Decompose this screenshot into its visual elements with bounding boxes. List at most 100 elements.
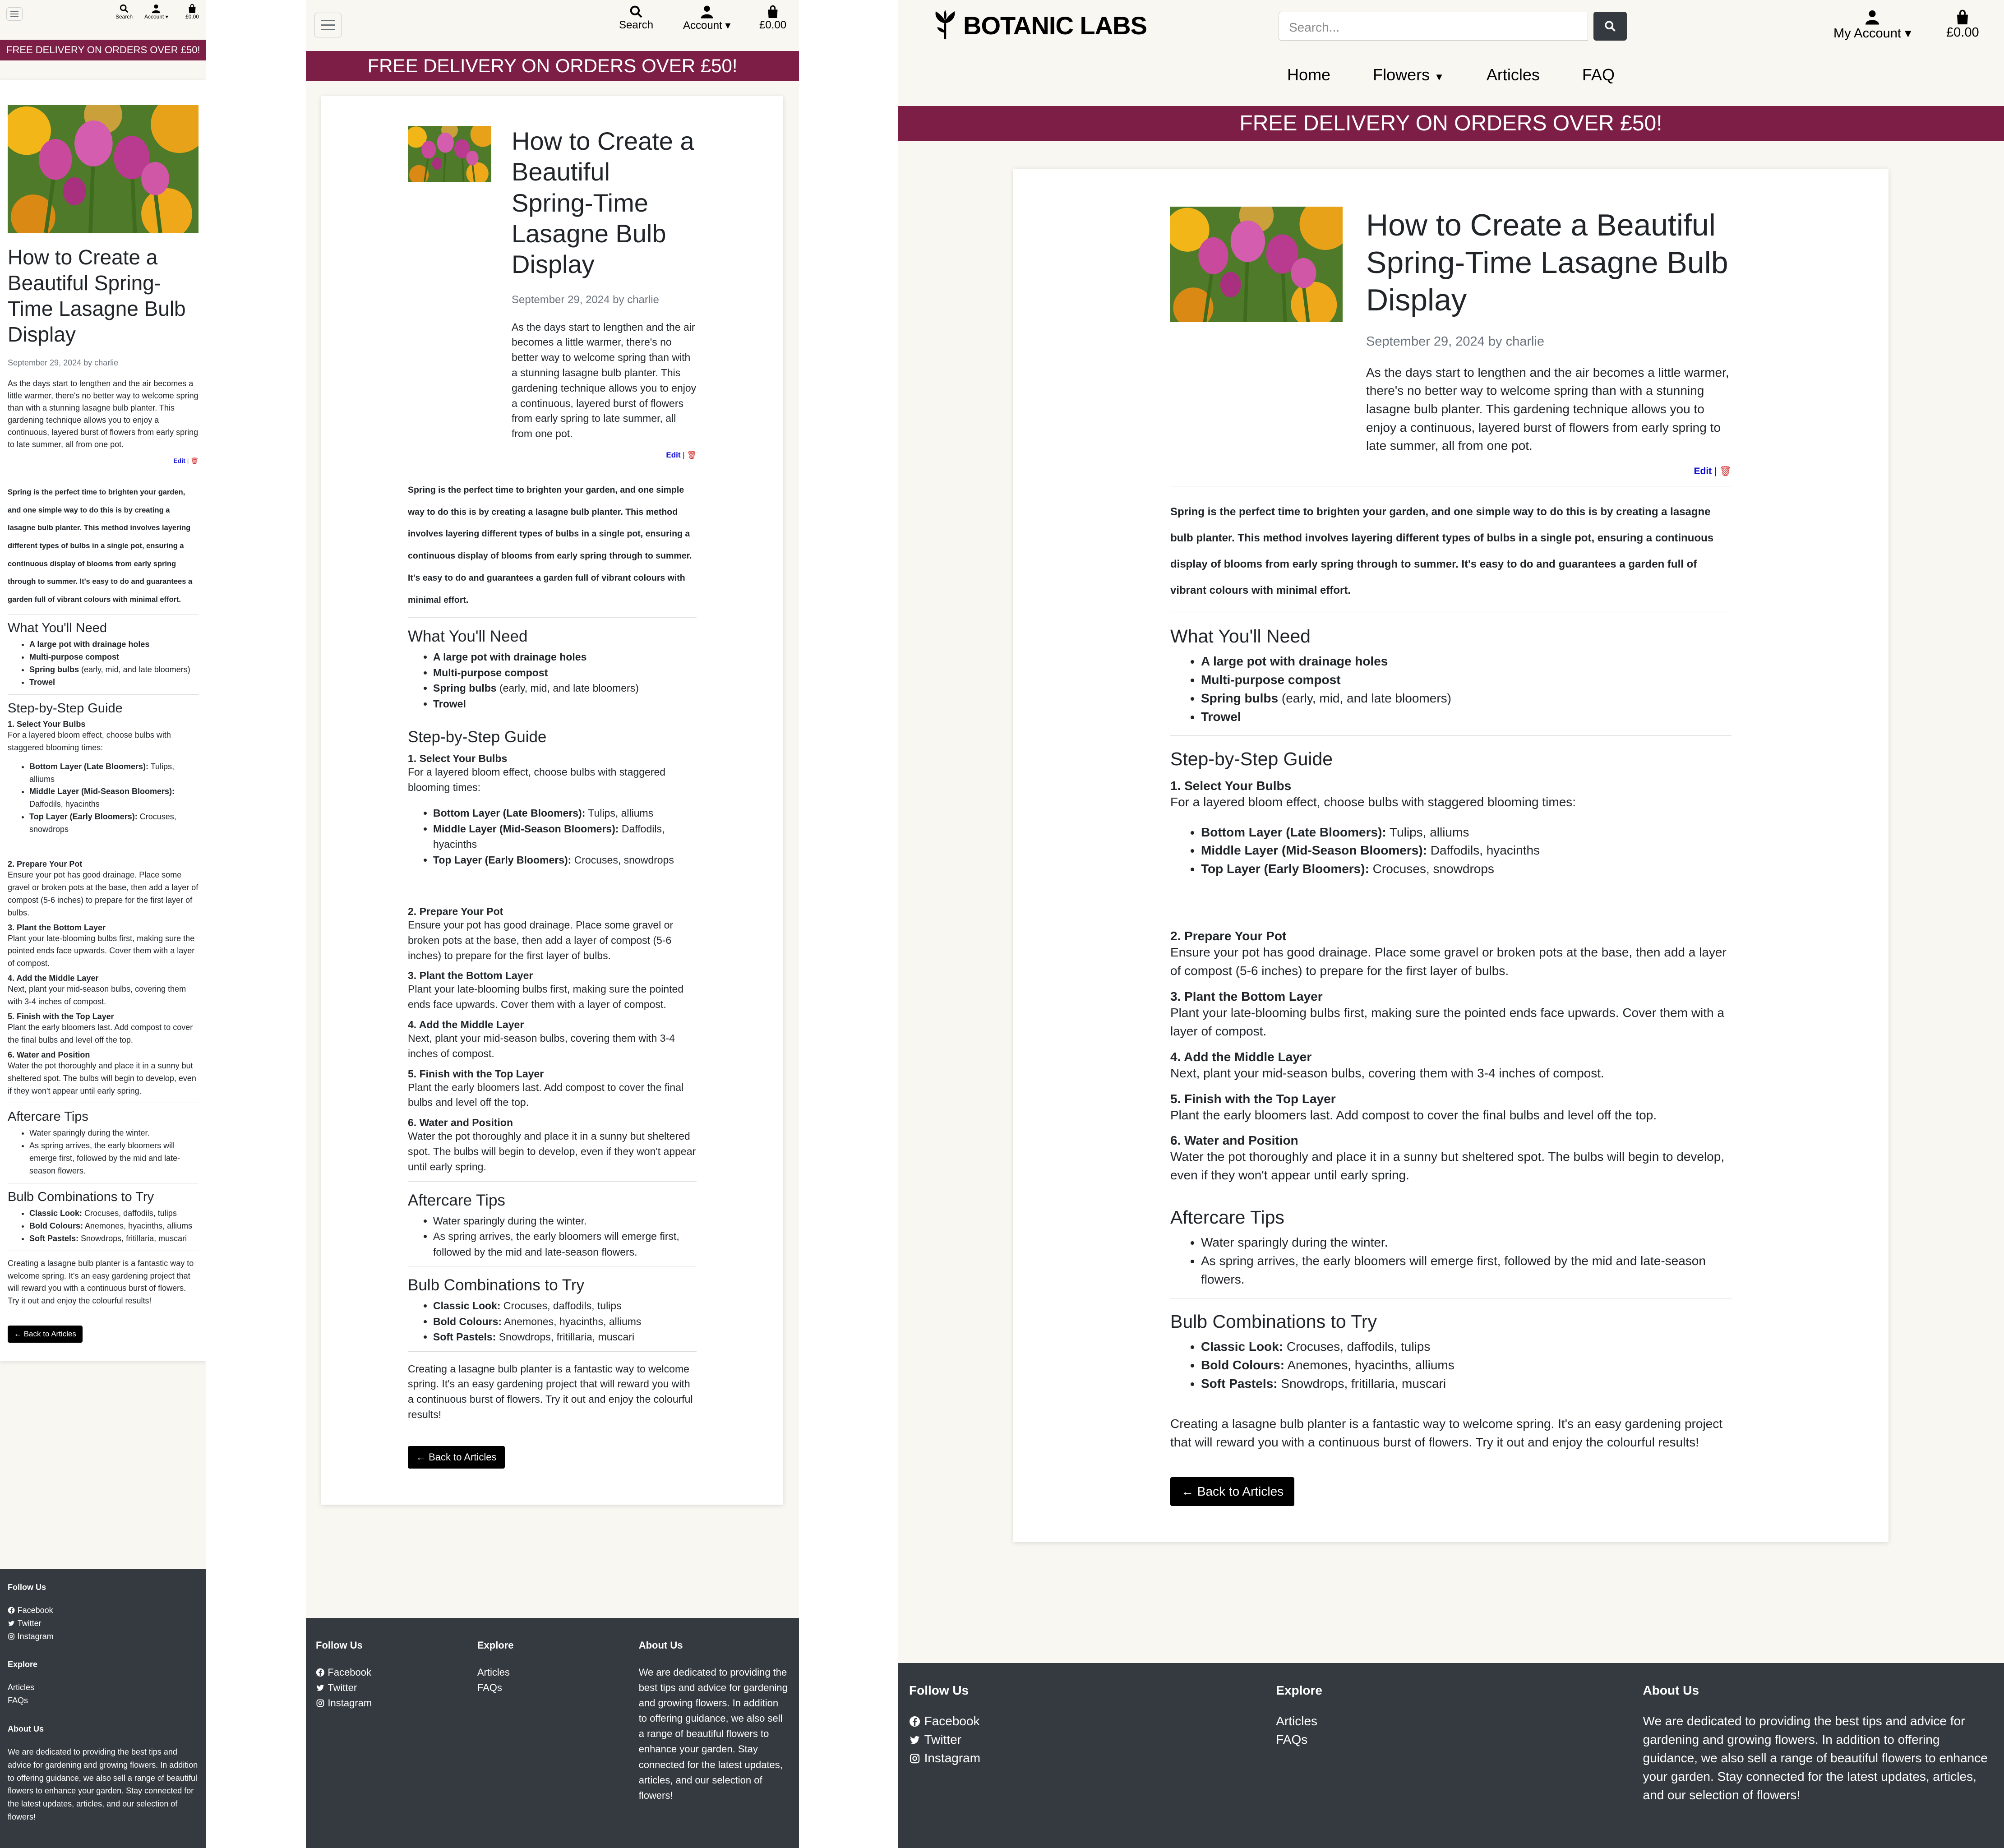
user-icon — [1865, 10, 1879, 25]
menu-toggle-button[interactable] — [6, 7, 23, 21]
footer-follow: Follow Us Facebook Twitter Instagram — [909, 1683, 1276, 1828]
list-item-label: Bottom Layer (Late Bloomers): — [433, 807, 586, 819]
cart-button[interactable]: £0.00 — [185, 4, 199, 20]
aftercare-heading: Aftercare Tips — [1170, 1207, 1284, 1228]
nav-flowers[interactable]: Flowers ▼ — [1373, 65, 1444, 84]
list-item-label: Bold Colours: — [1201, 1358, 1285, 1372]
footer-link-faqs[interactable]: FAQs — [8, 1694, 199, 1707]
article-image — [2, 95, 206, 240]
nav-faq[interactable]: FAQ — [1582, 65, 1615, 84]
footer-link-instagram[interactable]: Instagram — [909, 1749, 1276, 1768]
footer-link-articles[interactable]: Articles — [477, 1665, 639, 1680]
footer-follow: Follow Us Facebook Twitter Instagram — [8, 1583, 199, 1643]
step-text: Water the pot thoroughly and place it in… — [1170, 1150, 1725, 1183]
layers-list: Bottom Layer (Late Bloomers): Tulips, al… — [8, 761, 199, 836]
footer-link-faqs[interactable]: FAQs — [477, 1680, 639, 1696]
account-dropdown[interactable]: My Account ▾ — [1833, 9, 1912, 41]
combos-heading: Bulb Combinations to Try — [1170, 1311, 1377, 1332]
list-item-text: Tulips, alliums — [1386, 825, 1469, 839]
nav-home[interactable]: Home — [1287, 65, 1330, 84]
combos-list: Classic Look: Crocuses, daffodils, tulip… — [1170, 1338, 1732, 1393]
list-item: Water sparingly during the winter. — [29, 1127, 199, 1140]
list-item-label: Classic Look: — [1201, 1339, 1284, 1354]
footer-link-facebook[interactable]: Facebook — [316, 1665, 477, 1680]
list-item-label: Multi-purpose compost — [29, 652, 119, 662]
caret-down-icon: ▾ — [165, 14, 168, 20]
about-heading: About Us — [638, 1640, 683, 1651]
trash-icon[interactable]: 🗑 — [1719, 466, 1732, 476]
edit-row: Edit | 🗑 — [8, 457, 199, 465]
footer-link-twitter[interactable]: Twitter — [316, 1680, 477, 1696]
edit-link[interactable]: Edit — [666, 451, 680, 459]
divider — [1170, 735, 1732, 736]
trash-icon[interactable]: 🗑 — [190, 457, 199, 464]
guide-heading: Step-by-Step Guide — [1170, 748, 1333, 769]
list-item: Spring bulbs (early, mid, and late bloom… — [1201, 689, 1732, 708]
list-item-text: Snowdrops, fritillaria, muscari — [496, 1331, 635, 1343]
list-item-label: Spring bulbs — [29, 665, 79, 675]
list-item-text: Anemones, hyacinths, alliums — [1284, 1358, 1455, 1372]
footer-link-faqs[interactable]: FAQs — [1276, 1731, 1643, 1749]
steps: 2. Prepare Your Pot Ensure your pot has g… — [1170, 929, 1732, 1185]
list-item-label: Multi-purpose compost — [1201, 673, 1341, 687]
step-title: 2. Prepare Your Pot — [408, 906, 503, 918]
steps: 2. Prepare Your Pot Ensure your pot has g… — [8, 859, 199, 1097]
back-to-articles-button[interactable]: ← Back to Articles — [8, 1326, 83, 1343]
footer-link-instagram[interactable]: Instagram — [316, 1696, 477, 1711]
search-input[interactable]: Search... — [1279, 12, 1588, 41]
footer-link-instagram[interactable]: Instagram — [8, 1630, 199, 1643]
list-item-label: Soft Pastels: — [29, 1234, 79, 1243]
list-item-label: Middle Layer (Mid-Season Bloomers): — [29, 787, 175, 796]
step-text: Ensure your pot has good drainage. Place… — [8, 870, 199, 917]
separator: | — [187, 457, 189, 465]
edit-link[interactable]: Edit — [1694, 466, 1712, 476]
list-item: Spring bulbs (early, mid, and late bloom… — [29, 664, 199, 676]
footer-link-twitter[interactable]: Twitter — [909, 1731, 1276, 1749]
footer-link-articles[interactable]: Articles — [1276, 1712, 1643, 1731]
menu-toggle-button[interactable] — [314, 13, 342, 37]
site-logo[interactable]: BOTANIC LABS — [932, 10, 1147, 41]
explore-heading: Explore — [477, 1640, 514, 1651]
cart-button[interactable]: £0.00 — [759, 5, 786, 32]
list-item-text: Snowdrops, fritillaria, muscari — [78, 1234, 187, 1243]
by-label: by — [1488, 334, 1502, 349]
step-text: Next, plant your mid-season bulbs, cover… — [8, 984, 186, 1007]
footer-link-twitter[interactable]: Twitter — [8, 1617, 199, 1630]
user-icon — [152, 4, 161, 14]
aftercare-list: Water sparingly during the winter.As spr… — [408, 1213, 697, 1260]
back-to-articles-button[interactable]: ← Back to Articles — [1170, 1477, 1295, 1506]
trash-icon[interactable]: 🗑 — [687, 451, 697, 459]
edit-link[interactable]: Edit — [173, 457, 185, 464]
account-dropdown[interactable]: Account ▾ — [144, 4, 168, 20]
account-dropdown[interactable]: Account ▾ — [683, 5, 730, 32]
layers-list: Bottom Layer (Late Bloomers): Tulips, al… — [408, 805, 697, 868]
search-form: Search... — [1279, 12, 1627, 41]
article-author: charlie — [94, 358, 119, 368]
article-closing: Creating a lasagne bulb planter is a fan… — [8, 1258, 194, 1306]
footer-link-facebook[interactable]: Facebook — [909, 1712, 1276, 1731]
search-button[interactable]: Search — [619, 5, 653, 32]
twitter-icon — [8, 1620, 15, 1627]
article-title: How to Create a Beautiful Spring-Time La… — [512, 127, 694, 279]
footer-link-articles[interactable]: Articles — [8, 1681, 199, 1694]
back-to-articles-button[interactable]: ← Back to Articles — [408, 1446, 505, 1469]
step-text: Ensure your pot has good drainage. Place… — [1170, 945, 1727, 978]
cart-button[interactable]: £0.00 — [1946, 9, 1979, 40]
nav-articles[interactable]: Articles — [1487, 65, 1540, 84]
footer-link-facebook[interactable]: Facebook — [8, 1604, 199, 1617]
list-item: As spring arrives, the early bloomers wi… — [1201, 1252, 1732, 1289]
footer-link-label: Twitter — [17, 1618, 42, 1628]
step-title: 6. Water and Position — [1170, 1133, 1298, 1148]
article-closing: Creating a lasagne bulb planter is a fan… — [408, 1363, 693, 1420]
search-button[interactable]: Search — [115, 4, 133, 20]
list-item-label: Middle Layer (Mid-Season Bloomers): — [433, 822, 619, 835]
step-text: Plant your late-blooming bulbs first, ma… — [8, 933, 195, 968]
list-item-label: Top Layer (Early Bloomers): — [29, 812, 138, 822]
step-text: Plant the early bloomers last. Add compo… — [8, 1022, 193, 1044]
site-footer: Follow Us Facebook Twitter Instagram Explo… — [898, 1663, 2004, 1848]
footer-about: About Us We are dedicated to providing t… — [8, 1724, 199, 1824]
search-submit-button[interactable] — [1593, 12, 1627, 41]
article-body: Spring is the perfect time to brighten y… — [8, 488, 193, 604]
combos-heading: Bulb Combinations to Try — [408, 1276, 585, 1294]
divider — [408, 1351, 697, 1352]
